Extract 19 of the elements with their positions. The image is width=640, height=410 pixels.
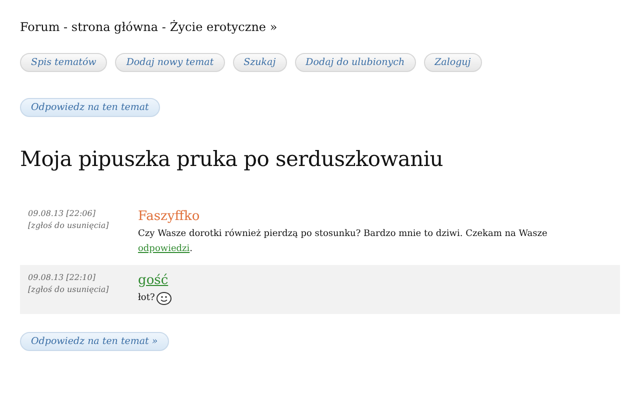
post-date: 09.08.13 [22:10] [28, 273, 96, 282]
post-date: 09.08.13 [22:06] [28, 209, 96, 218]
reply-button[interactable]: Odpowiedz na ten temat » [20, 332, 169, 351]
nav-button[interactable]: Dodaj nowy temat [115, 53, 225, 72]
nav-button[interactable]: Zaloguj [424, 53, 482, 72]
report-link[interactable]: [zgłoś do usunięcia] [28, 221, 138, 230]
breadcrumb-link[interactable]: Forum - strona główna - [20, 20, 166, 38]
author-name: Faszyffko [138, 209, 200, 224]
report-link[interactable]: [zgłoś do usunięcia] [28, 285, 138, 294]
answers-link[interactable]: odpowiedzi [138, 244, 190, 254]
post-text: Czy Wasze dorotki również pierdzą po stosunku? Bardzo mnie to dziwi. Czekam na Wasze odpowiedzi. [138, 228, 548, 256]
post-text: łot? [138, 292, 155, 305]
nav-button[interactable]: Spis tematów [20, 53, 108, 72]
author-link[interactable]: gość [138, 273, 168, 288]
nav-button[interactable]: Dodaj do ulubionych [294, 53, 416, 72]
topic-title: Moja pipuszka pruka po serduszkowaniu [20, 147, 444, 171]
nav-button[interactable]: Szukaj [232, 53, 287, 72]
breadcrumb-link[interactable]: Życie erotyczne » [170, 20, 278, 38]
reply-button[interactable]: Odpowiedz na ten temat [20, 98, 160, 117]
